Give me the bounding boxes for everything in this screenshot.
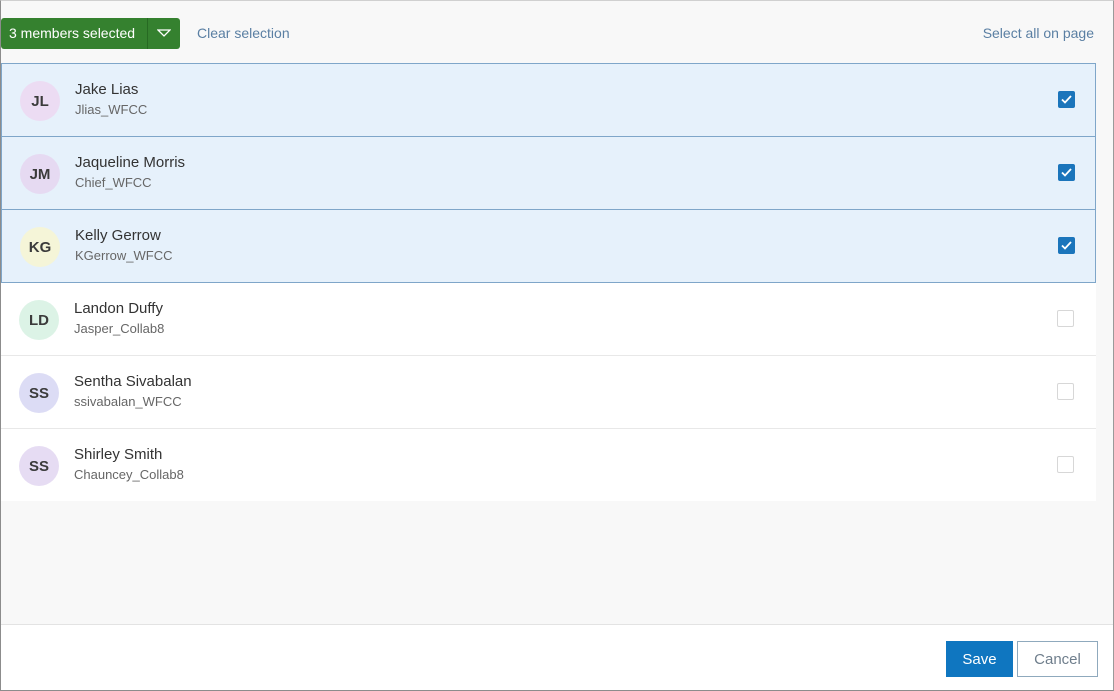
member-name: Jaqueline Morris: [75, 154, 186, 171]
member-list: JL Jake Lias Jlias_WFCC JM Jaqueline Mor…: [1, 63, 1096, 501]
member-row[interactable]: JL Jake Lias Jlias_WFCC: [1, 63, 1096, 137]
member-username: Jlias_WFCC: [75, 102, 148, 117]
member-name: Kelly Gerrow: [75, 227, 161, 244]
member-name: Sentha Sivabalan: [74, 373, 192, 390]
save-button[interactable]: Save: [946, 641, 1013, 677]
member-row[interactable]: SS Shirley Smith Chauncey_Collab8: [1, 429, 1096, 501]
member-name: Jake Lias: [75, 81, 139, 98]
avatar: SS: [19, 446, 59, 486]
member-row[interactable]: KG Kelly Gerrow KGerrow_WFCC: [1, 210, 1096, 283]
member-checkbox[interactable]: [1058, 91, 1075, 108]
member-username: Jasper_Collab8: [74, 321, 165, 336]
avatar: KG: [20, 227, 60, 267]
selection-toolbar: 3 members selected Clear selection Selec…: [1, 18, 1113, 49]
member-row[interactable]: LD Landon Duffy Jasper_Collab8: [1, 283, 1096, 356]
avatar: SS: [19, 373, 59, 413]
member-row[interactable]: JM Jaqueline Morris Chief_WFCC: [1, 137, 1096, 210]
member-checkbox[interactable]: [1057, 310, 1074, 327]
cancel-button[interactable]: Cancel: [1017, 641, 1098, 677]
avatar: JM: [20, 154, 60, 194]
checkmark-icon: [1061, 168, 1072, 177]
member-username: Chauncey_Collab8: [74, 467, 184, 482]
chevron-down-icon[interactable]: [148, 18, 180, 49]
dialog-footer: Save Cancel: [1, 624, 1113, 690]
members-selected-label: 3 members selected: [1, 18, 148, 49]
avatar: LD: [19, 300, 59, 340]
member-username: KGerrow_WFCC: [75, 248, 173, 263]
members-selected-dropdown[interactable]: 3 members selected: [1, 18, 180, 49]
clear-selection-link[interactable]: Clear selection: [197, 18, 290, 49]
avatar: JL: [20, 81, 60, 121]
member-username: ssivabalan_WFCC: [74, 394, 182, 409]
select-all-on-page-link[interactable]: Select all on page: [983, 18, 1094, 49]
member-row[interactable]: SS Sentha Sivabalan ssivabalan_WFCC: [1, 356, 1096, 429]
member-username: Chief_WFCC: [75, 175, 152, 190]
member-name: Landon Duffy: [74, 300, 163, 317]
member-checkbox[interactable]: [1057, 456, 1074, 473]
member-checkbox[interactable]: [1058, 164, 1075, 181]
checkmark-icon: [1061, 95, 1072, 104]
member-selection-dialog: 3 members selected Clear selection Selec…: [0, 0, 1114, 691]
member-name: Shirley Smith: [74, 446, 163, 463]
member-checkbox[interactable]: [1057, 383, 1074, 400]
member-checkbox[interactable]: [1058, 237, 1075, 254]
checkmark-icon: [1061, 241, 1072, 250]
